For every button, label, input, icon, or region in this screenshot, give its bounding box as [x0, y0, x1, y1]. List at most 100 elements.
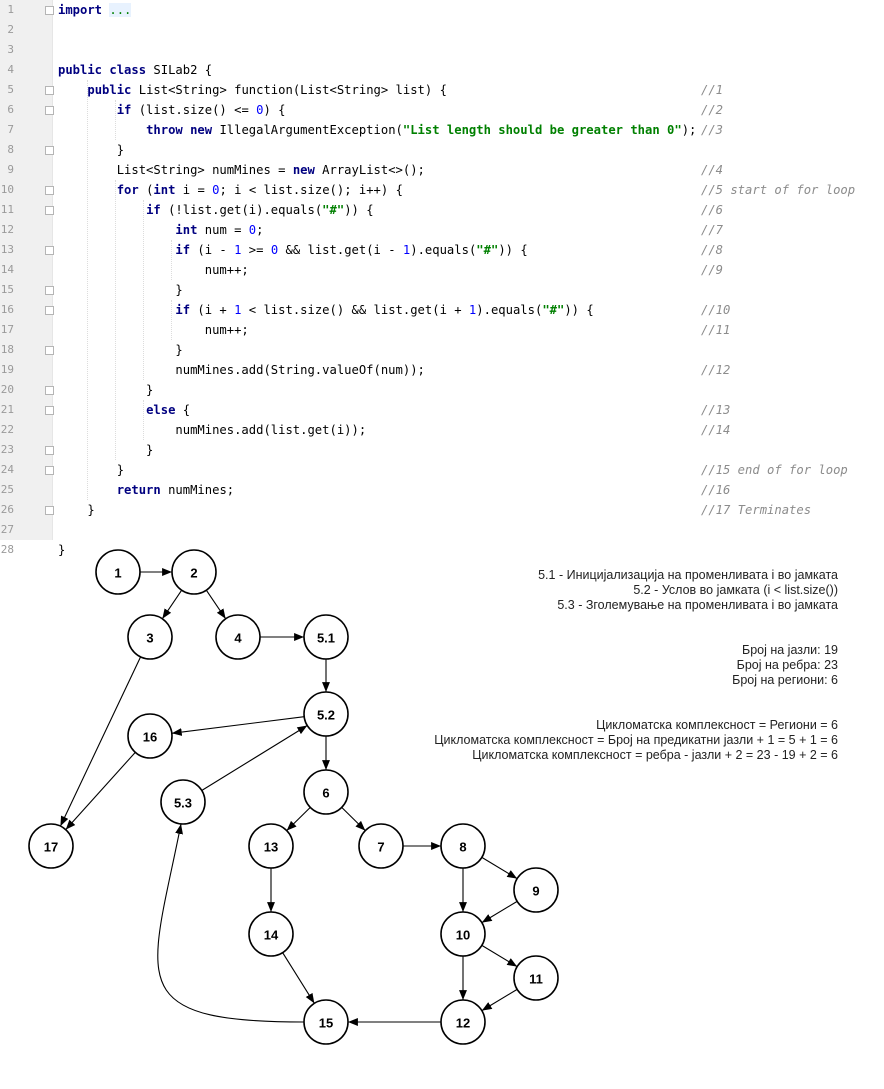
note-loop-increment: 5.3 - Зголемување на променливата i во ј…	[557, 598, 838, 612]
note-region-count: Број на региони: 6	[732, 673, 838, 687]
code-comment: //15 end of for loop	[701, 463, 848, 477]
node-label: 13	[264, 840, 278, 855]
code-token: "#"	[322, 203, 345, 217]
code-line: 21 else {//13	[0, 400, 884, 420]
graph-node-4: 4	[215, 614, 261, 660]
fold-toggle-icon[interactable]	[45, 246, 54, 255]
edge-5.3-5.2	[201, 725, 308, 791]
line-number: 18	[0, 343, 14, 356]
code-comment: //13	[701, 403, 731, 417]
code-token: "List length should be greater than 0"	[402, 123, 682, 137]
note-loop-condition: 5.2 - Услов во јамката (i < list.size())	[633, 583, 838, 597]
fold-toggle-icon[interactable]	[45, 286, 54, 295]
fold-toggle-icon[interactable]	[45, 406, 54, 415]
code-token: public	[87, 83, 139, 97]
node-label: 9	[532, 884, 539, 899]
code-token: if	[116, 103, 139, 117]
code-comment: //1	[701, 83, 724, 97]
node-label: 2	[190, 566, 197, 581]
code-token: )) {	[498, 243, 528, 257]
code-token: IllegalArgumentException(	[219, 123, 403, 137]
code-token: import	[58, 3, 110, 17]
code-token: (!list.get(i).equals(	[168, 203, 323, 217]
edge-16-17	[65, 751, 136, 831]
fold-toggle-icon[interactable]	[45, 346, 54, 355]
code-comment: //11	[701, 323, 731, 337]
node-label: 14	[264, 928, 279, 943]
code-line: 13 if (i - 1 >= 0 && list.get(i - 1).equ…	[0, 240, 884, 260]
code-line: 10 for (int i = 0; i < list.size(); i++)…	[0, 180, 884, 200]
graph-notes: 5.1 - Иницијализација на променливата i …	[434, 568, 838, 763]
fold-toggle-icon[interactable]	[45, 6, 54, 15]
code-line: 14 num++;//9	[0, 260, 884, 280]
code-token: (i -	[197, 243, 235, 257]
graph-node-17: 17	[28, 823, 74, 869]
code-token: if	[146, 203, 169, 217]
edge-6-13	[286, 807, 311, 831]
code-text: }	[58, 340, 182, 360]
note-edge-count: Број на ребра: 23	[736, 658, 838, 672]
fold-toggle-icon[interactable]	[45, 186, 54, 195]
indent-guide	[171, 240, 172, 280]
fold-toggle-icon[interactable]	[45, 86, 54, 95]
indent-guide	[143, 400, 144, 440]
fold-toggle-icon[interactable]	[45, 306, 54, 315]
line-number: 20	[0, 383, 14, 396]
line-number: 7	[7, 123, 14, 136]
code-line: 1 import ...	[0, 0, 884, 20]
code-token: if	[175, 243, 198, 257]
code-token: numMines.add(list.get(i));	[58, 423, 367, 437]
line-number: 9	[7, 163, 14, 176]
fold-toggle-icon[interactable]	[45, 446, 54, 455]
code-token: {	[182, 403, 191, 417]
code-line: 5 public List<String> function(List<Stri…	[0, 80, 884, 100]
code-text: }	[58, 280, 182, 300]
code-token: ;	[256, 223, 264, 237]
node-label: 16	[143, 730, 157, 745]
code-text: }	[58, 460, 124, 480]
fold-toggle-icon[interactable]	[45, 386, 54, 395]
line-number: 16	[0, 303, 14, 316]
code-token: ).equals(	[476, 303, 543, 317]
graph-node-12: 12	[440, 999, 486, 1045]
graph-node-3: 3	[127, 614, 173, 660]
code-text: if (i - 1 >= 0 && list.get(i - 1).equals…	[58, 240, 528, 260]
fold-toggle-icon[interactable]	[45, 206, 54, 215]
line-number: 8	[7, 143, 14, 156]
code-comment: //8	[701, 243, 724, 257]
code-line: 16 if (i + 1 < list.size() && list.get(i…	[0, 300, 884, 320]
node-label: 5.3	[174, 796, 192, 811]
indent-guide	[87, 80, 88, 500]
graph-node-13: 13	[248, 823, 294, 869]
node-label: 8	[459, 840, 466, 855]
code-line: 3	[0, 40, 884, 60]
code-token: List<String> numMines =	[58, 163, 293, 177]
fold-toggle-icon[interactable]	[45, 506, 54, 515]
code-token: && list.get(i -	[278, 243, 403, 257]
graph-node-8: 8	[440, 823, 486, 869]
line-number: 6	[7, 103, 14, 116]
code-line: 2	[0, 20, 884, 40]
code-line: 26 } //17 Terminates	[0, 500, 884, 520]
node-label: 3	[146, 631, 153, 646]
code-comment: //7	[701, 223, 724, 237]
code-token: }	[58, 383, 154, 397]
code-line: 9 List<String> numMines = new ArrayList<…	[0, 160, 884, 180]
code-text: return numMines;	[58, 480, 234, 500]
graph-node-16: 16	[127, 713, 173, 759]
fold-toggle-icon[interactable]	[45, 106, 54, 115]
fold-toggle-icon[interactable]	[45, 466, 54, 475]
code-token: ) {	[263, 103, 286, 117]
code-text: public List<String> function(List<String…	[58, 80, 447, 100]
code-line: 17 num++;//11	[0, 320, 884, 340]
node-label: 11	[529, 972, 543, 987]
graph-node-5.3: 5.3	[160, 779, 206, 825]
line-number: 10	[0, 183, 14, 196]
code-token: numMines;	[168, 483, 235, 497]
code-comment: //2	[701, 103, 724, 117]
code-comment: //14	[701, 423, 731, 437]
fold-toggle-icon[interactable]	[45, 146, 54, 155]
code-token: i =	[182, 183, 213, 197]
